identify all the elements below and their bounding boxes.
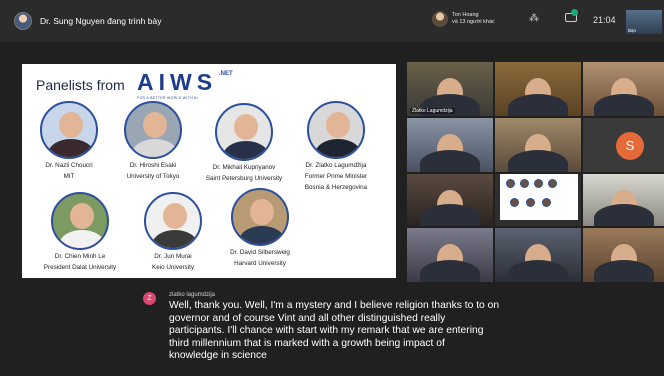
panelist-card: Dr. Hiroshi Esaki University of Tokyo (113, 101, 193, 181)
caption-line: third millennium that is marked with a g… (169, 337, 445, 349)
participant-avatar (432, 11, 448, 27)
video-tile-name: Zlatko Lagumdzija (410, 108, 455, 114)
aiws-logo: AIWS .NET FOR A BETTER WORLD WITH AI (137, 69, 233, 100)
panelist-photo (40, 101, 98, 159)
participants-count: và 13 người khác (452, 19, 495, 25)
panelist-name: Dr. Hiroshi Esaki (129, 162, 177, 169)
thumbnail-photo (510, 198, 519, 207)
caption-speaker-name: zlatko lagumdzija (169, 292, 216, 298)
panelist-name: Dr. Jun Murai (154, 253, 192, 260)
shared-slide-thumbnail (500, 174, 578, 220)
video-tile[interactable] (583, 62, 664, 116)
panelist-affiliation: Harvard University (234, 259, 286, 267)
caption-speaker-avatar: Z (143, 292, 156, 305)
participant-body (593, 94, 654, 116)
video-tile[interactable] (495, 62, 581, 116)
thumbnail-photo (548, 179, 557, 188)
caption-line: governor and of course Vint and all othe… (169, 312, 446, 324)
panelist-photo (144, 192, 202, 250)
slide-heading: Panelists from (36, 77, 125, 93)
video-tile[interactable] (495, 118, 581, 172)
panelist-name: Dr. Chien Minh Le (54, 253, 106, 260)
thumbnail-photo (542, 198, 551, 207)
panelist-affiliation: University of Tokyo (126, 172, 180, 180)
chat-notification-badge (571, 9, 578, 16)
self-view-label: Bạn (628, 28, 637, 33)
thumbnail-photo (520, 179, 529, 188)
panelist-affiliation: Saint Petersburg University (205, 174, 283, 182)
panelist-photo (124, 101, 182, 159)
video-tile[interactable] (583, 174, 664, 226)
caption-line: knowledge in science (169, 350, 267, 361)
participant-body (508, 94, 568, 116)
panelist-photo (51, 192, 109, 250)
participant-body (508, 260, 568, 282)
panelist-affiliation: MIT (63, 172, 75, 180)
panelist-photo (231, 188, 289, 246)
video-tile[interactable] (407, 118, 493, 172)
participant-body (508, 150, 568, 172)
presentation-slide: Panelists from AIWS .NET FOR A BETTER WO… (22, 64, 396, 278)
participant-initial-avatar: S (616, 132, 644, 160)
panelist-photo (307, 101, 365, 159)
panelist-card: Dr. Jun Murai Keio University (140, 192, 206, 272)
panelist-name: Dr. Zlatko Lagumdžija (305, 162, 367, 169)
panelist-name: Dr. Nazli Choucri (45, 162, 93, 169)
participant-body (420, 204, 480, 226)
panelist-affiliation-line2: Bosnia & Herzegovina (304, 183, 368, 191)
top-bar: Dr. Sung Nguyen đang trình bày Ton Hoang… (0, 0, 664, 42)
thumbnail-photo (506, 179, 515, 188)
video-tile[interactable] (495, 228, 581, 282)
meeting-window: Dr. Sung Nguyen đang trình bày Ton Hoang… (0, 0, 664, 376)
participant-body (593, 260, 654, 282)
caption-text: Well, thank you. Well, I'm a mystery and… (169, 300, 569, 363)
panelist-name: Dr. David Silbersweig (230, 249, 290, 256)
participant-body (420, 150, 480, 172)
thumbnail-photo (534, 179, 543, 188)
logo-suffix: .NET (219, 71, 233, 77)
panelist-name: Dr. Mikhail Kupriyanov (212, 164, 276, 171)
panelist-affiliation: Keio University (152, 263, 194, 271)
video-tile[interactable] (583, 228, 664, 282)
panelist-photo (215, 103, 273, 161)
people-icon[interactable]: ⁂ (529, 13, 539, 24)
clock: 21:04 (593, 15, 616, 25)
thumbnail-photo (526, 198, 535, 207)
panelist-affiliation: Former Prime Minister (304, 172, 368, 180)
panelist-card: Dr. David Silbersweig Harvard University (220, 188, 300, 268)
panelist-card: Dr. Mikhail Kupriyanov Saint Petersburg … (200, 103, 288, 183)
video-tile[interactable]: Zlatko Lagumdzija (407, 62, 493, 116)
caption-line: participants. I'll chance with start wit… (169, 325, 484, 336)
panelist-card: Dr. Zlatko Lagumdžija Former Prime Minis… (294, 101, 378, 191)
participant-body (593, 204, 654, 226)
presenter-label: Dr. Sung Nguyen đang trình bày (40, 16, 162, 26)
logo-tagline: FOR A BETTER WORLD WITH AI (137, 96, 198, 100)
participants-first-name: Ton Hoang (452, 12, 479, 18)
participant-body (420, 260, 480, 282)
logo-mark: AIWS (137, 69, 218, 95)
panelist-affiliation: President Dalat University (43, 263, 117, 271)
presenter-indicator: Dr. Sung Nguyen đang trình bày (14, 12, 161, 30)
participants-summary[interactable]: Ton Hoang và 13 người khác (432, 11, 495, 27)
panelist-card: Dr. Chien Minh Le President Dalat Univer… (34, 192, 126, 272)
video-tile[interactable] (407, 228, 493, 282)
presenter-avatar (14, 12, 32, 30)
video-tile[interactable] (407, 174, 493, 226)
panelist-card: Dr. Nazli Choucri MIT (36, 101, 102, 181)
caption-line: Well, thank you. Well, I'm a mystery and… (169, 300, 500, 311)
self-view-tile[interactable]: Bạn (626, 10, 662, 34)
